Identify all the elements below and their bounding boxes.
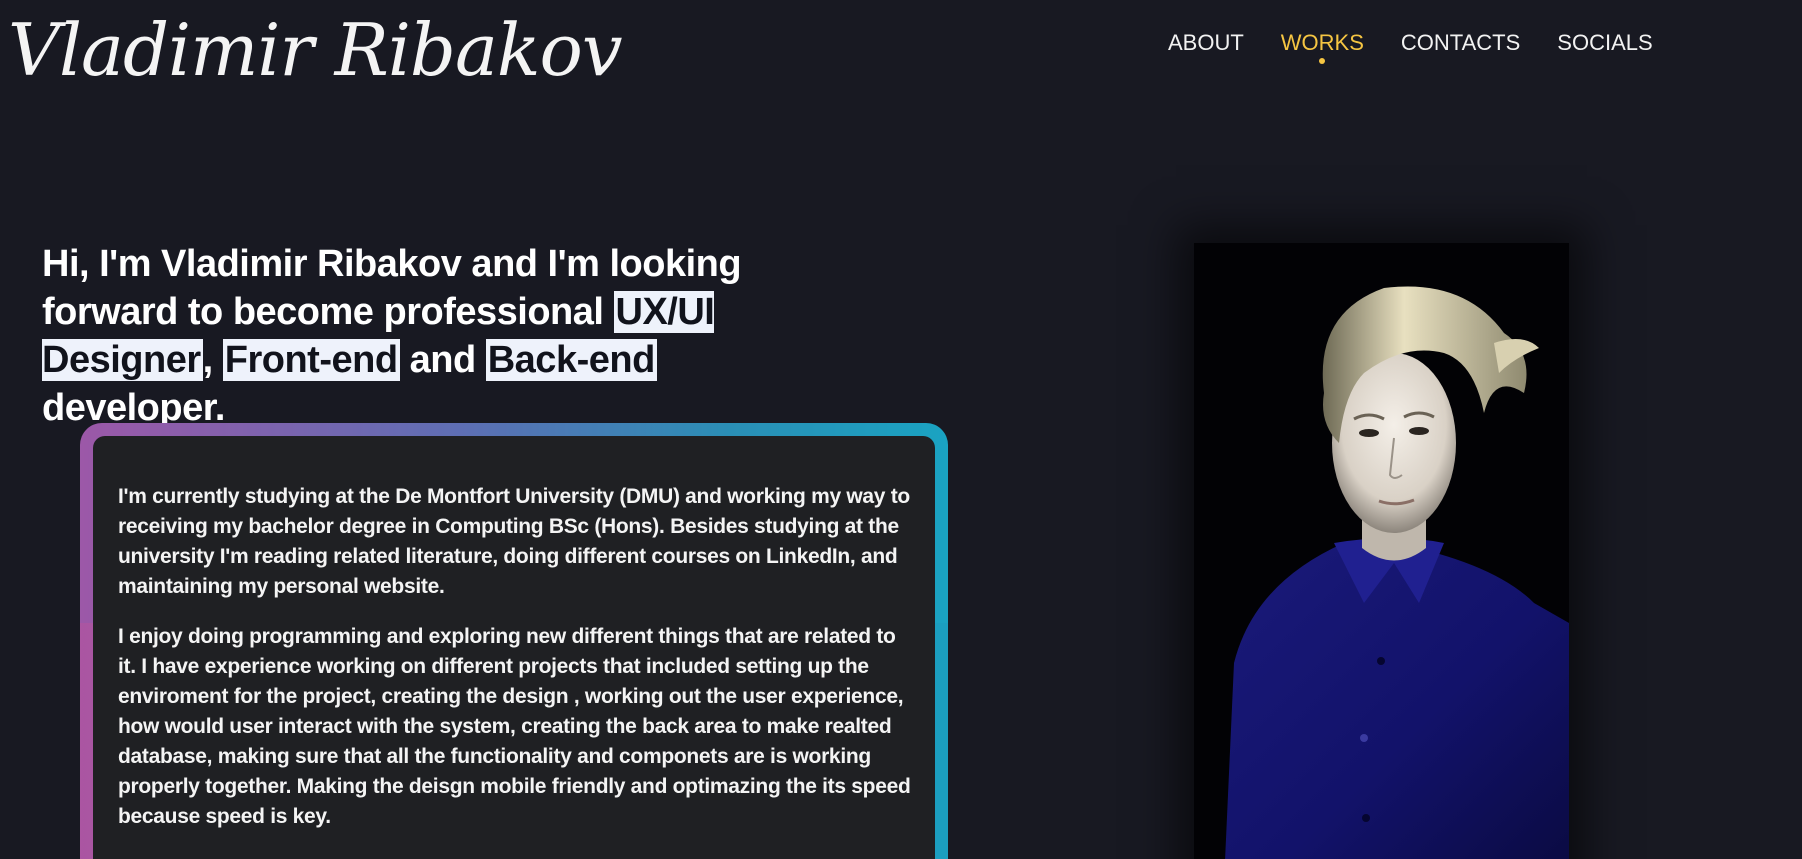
hero-separator-comma: , xyxy=(202,339,223,381)
nav-works-label: WORKS xyxy=(1280,30,1364,55)
nav-socials[interactable]: SOCIALS xyxy=(1557,28,1652,58)
highlight-back-end: Back-end xyxy=(485,339,657,381)
portrait-illustration xyxy=(1194,243,1569,859)
about-card: I'm currently studying at the De Montfor… xyxy=(93,436,935,859)
site-logo[interactable]: Vladimir Ribakov xyxy=(8,0,623,100)
highlight-front-end: Front-end xyxy=(222,339,400,381)
nav-contacts-label: CONTACTS xyxy=(1400,30,1521,55)
hero-separator-and: and xyxy=(399,339,486,381)
about-paragraph-1: I'm currently studying at the De Montfor… xyxy=(118,485,910,598)
nav-about[interactable]: ABOUT xyxy=(1168,28,1244,58)
nav-about-label: ABOUT xyxy=(1168,30,1244,55)
hero-heading: Hi, I'm Vladimir Ribakov and I'm looking… xyxy=(42,240,782,432)
active-indicator-dot xyxy=(1319,58,1326,64)
page: Vladimir Ribakov ABOUT WORKS CONTACTS SO… xyxy=(0,0,1802,859)
nav-works[interactable]: WORKS xyxy=(1280,28,1364,64)
nav-socials-label: SOCIALS xyxy=(1557,30,1653,55)
about-paragraph-2: I enjoy doing programming and exploring … xyxy=(118,625,911,828)
nav-contacts[interactable]: CONTACTS xyxy=(1401,28,1520,58)
portrait-photo xyxy=(1194,243,1569,859)
main-nav: ABOUT WORKS CONTACTS SOCIALS xyxy=(1168,28,1653,64)
